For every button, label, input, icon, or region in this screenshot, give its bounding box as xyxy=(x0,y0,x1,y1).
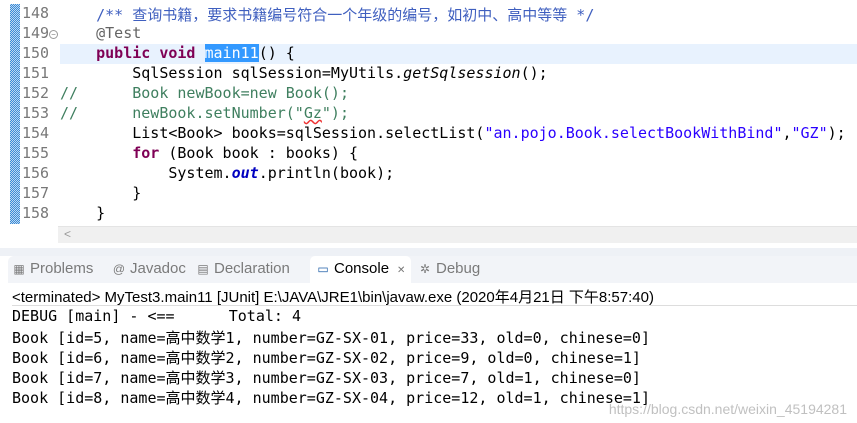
tab-label: Console xyxy=(334,260,390,277)
fold-collapse-icon[interactable]: − xyxy=(49,30,58,39)
tab-javadoc[interactable]: @ Javadoc xyxy=(112,256,186,283)
code-token: public xyxy=(96,44,151,62)
code-token: .println(book); xyxy=(258,164,395,182)
tab-debug[interactable]: ✲ Debug xyxy=(418,256,480,283)
code-token: () { xyxy=(258,44,295,62)
code-token: @Test xyxy=(96,24,142,42)
line-number: 153 xyxy=(22,104,50,122)
code-token: List<Book> books=sqlSession.selectList( xyxy=(60,124,485,142)
console-output-line: Book [id=8, name=高中数学4, number=GZ-SX-04,… xyxy=(12,389,650,407)
panel-separator[interactable] xyxy=(0,248,857,256)
code-token: for xyxy=(132,144,160,162)
tab-problems[interactable]: ▦ Problems xyxy=(12,256,93,283)
overview-ruler xyxy=(10,4,20,224)
console-status: <terminated> MyTest3.main11 [JUnit] E:\J… xyxy=(12,289,654,306)
code-line[interactable]: SqlSession sqlSession=MyUtils.getSqlsess… xyxy=(60,64,857,84)
selected-text: main11 xyxy=(204,44,259,62)
tab-console[interactable]: ▭ Console ✕ xyxy=(310,256,412,283)
line-number: 154 xyxy=(22,124,50,142)
line-number: 156 xyxy=(22,164,50,182)
code-token: getSqlsession xyxy=(403,64,521,82)
line-number: 151 xyxy=(22,64,50,82)
line-number: 148 xyxy=(22,4,50,22)
code-token: System. xyxy=(60,164,232,182)
code-area[interactable]: /** 查询书籍，要求书籍编号符合一个年级的编号，如初中、高中等等 */ @Te… xyxy=(60,4,857,224)
code-line[interactable]: System.out.println(book); xyxy=(60,164,857,184)
code-line[interactable]: // Book newBook=new Book(); xyxy=(60,84,857,104)
line-number: 158 xyxy=(22,204,50,222)
close-icon[interactable]: ✕ xyxy=(397,265,405,276)
code-token: ); xyxy=(827,124,846,142)
code-token: out xyxy=(231,164,259,182)
console-output-line: Book [id=6, name=高中数学2, number=GZ-SX-02,… xyxy=(12,349,641,367)
code-token: (); xyxy=(520,64,548,82)
problems-icon: ▦ xyxy=(13,262,25,276)
divider xyxy=(12,305,857,306)
scroll-left-icon[interactable]: < xyxy=(64,227,71,241)
code-line[interactable]: for (Book book : books) { xyxy=(60,144,857,164)
code-token: // Book newBook=new Book(); xyxy=(60,84,349,102)
line-number: 157 xyxy=(22,184,50,202)
code-token: Gz xyxy=(303,104,322,122)
watermark: https://blog.csdn.net/weixin_45194281 xyxy=(608,401,847,417)
tab-label: Problems xyxy=(30,260,94,277)
tab-declaration[interactable]: ▤ Declaration xyxy=(196,256,290,283)
code-token: } xyxy=(60,204,106,222)
code-token: "); xyxy=(321,104,349,122)
declaration-icon: ▤ xyxy=(197,262,209,276)
tab-label: Debug xyxy=(436,260,481,277)
code-line[interactable]: } xyxy=(60,184,857,204)
debug-icon: ✲ xyxy=(419,262,431,276)
code-token: (Book book : books) { xyxy=(159,144,359,162)
code-line[interactable]: @Test xyxy=(60,24,857,44)
code-token: , xyxy=(782,124,792,142)
code-line[interactable]: List<Book> books=sqlSession.selectList("… xyxy=(60,124,857,144)
code-line[interactable]: public void main11() { xyxy=(60,44,857,64)
console-output-line: Book [id=5, name=高中数学1, number=GZ-SX-01,… xyxy=(12,329,650,347)
line-number: 150 xyxy=(22,44,50,62)
code-line[interactable]: } xyxy=(60,204,857,224)
code-token: "an.pojo.Book.selectBookWithBind" xyxy=(484,124,783,142)
view-tabs: ▦ Problems @ Javadoc ▤ Declaration ▭ Console ✕ ✲ D… xyxy=(8,256,857,283)
code-editor[interactable]: 148 149 150 151 152 153 154 155 156 157 158 − /** … xyxy=(0,0,857,248)
line-number: 149 xyxy=(22,24,50,42)
tab-label: Javadoc xyxy=(130,260,186,277)
code-token: } xyxy=(60,184,142,202)
code-token: /** 查询书籍，要求书籍编号符合一个年级的编号，如初中、高中等等 */ xyxy=(96,6,595,24)
console-output-line: DEBUG [main] - <== Total: 4 xyxy=(12,307,301,325)
line-number: 155 xyxy=(22,144,50,162)
line-number: 152 xyxy=(22,84,50,102)
code-token: SqlSession sqlSession=MyUtils. xyxy=(60,64,404,82)
horizontal-scrollbar[interactable]: < xyxy=(58,226,857,243)
code-line[interactable]: /** 查询书籍，要求书籍编号符合一个年级的编号，如初中、高中等等 */ xyxy=(60,4,857,24)
code-token: "GZ" xyxy=(791,124,828,142)
javadoc-icon: @ xyxy=(112,262,126,276)
tab-label: Declaration xyxy=(214,260,290,277)
console-icon: ▭ xyxy=(317,262,329,276)
code-line[interactable]: // newBook.setNumber("Gz"); xyxy=(60,104,857,124)
code-token: void xyxy=(159,44,196,62)
console-output-line: Book [id=7, name=高中数学3, number=GZ-SX-03,… xyxy=(12,369,641,387)
code-token: // newBook.setNumber(" xyxy=(60,104,304,122)
